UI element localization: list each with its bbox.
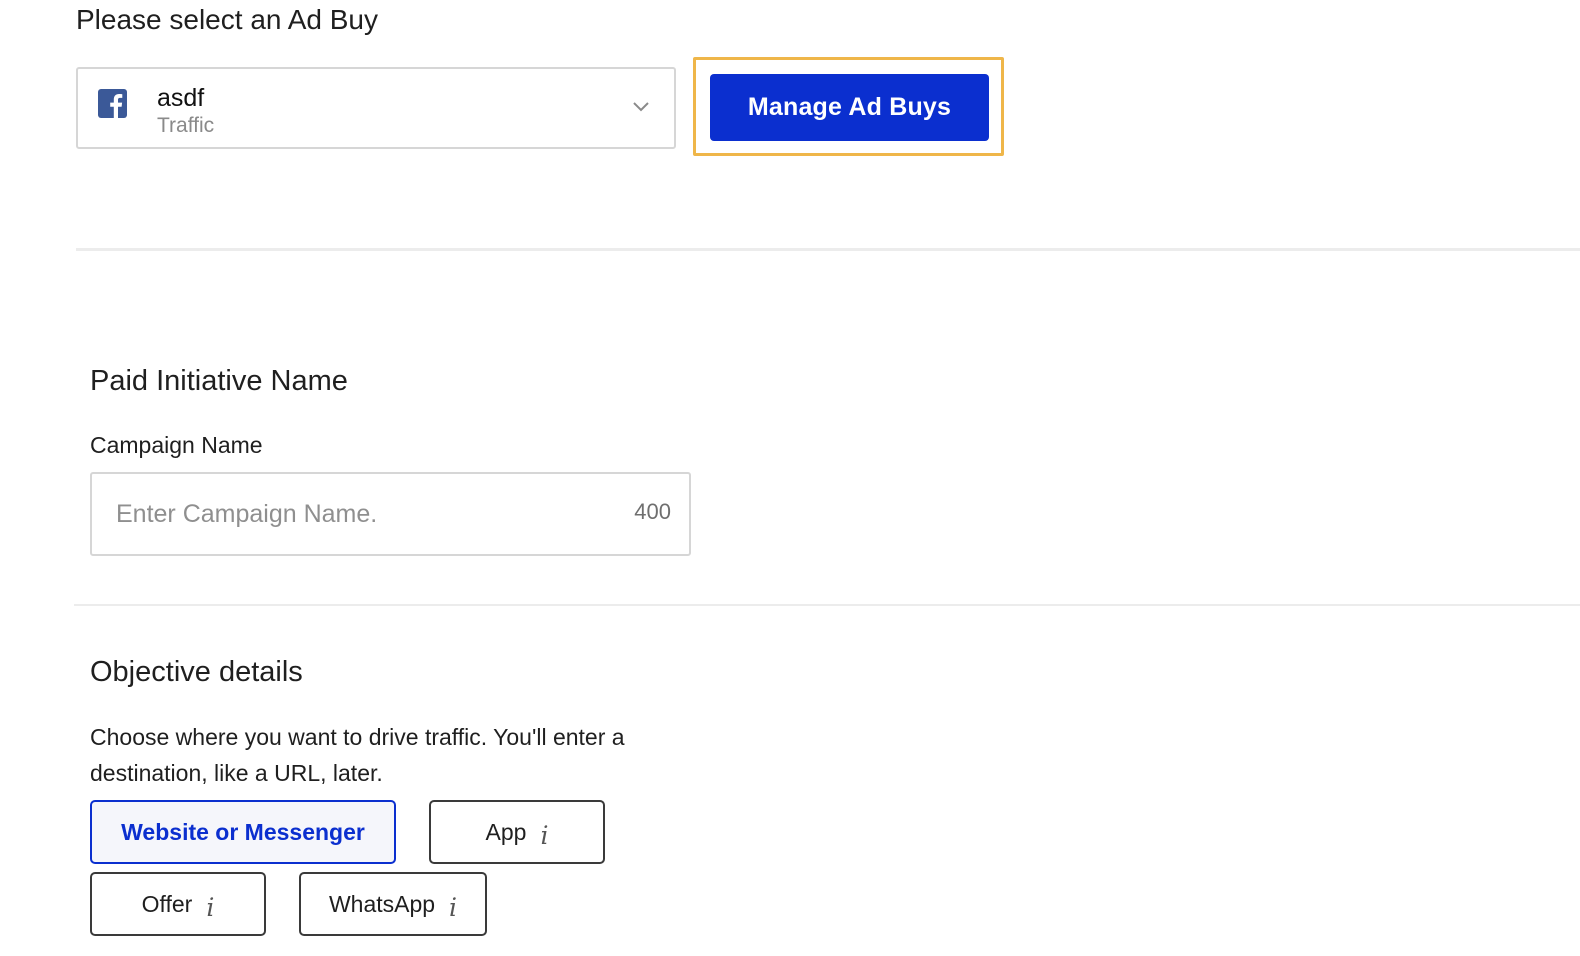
choice-label: App [485, 818, 527, 845]
manage-ad-buys-button[interactable]: Manage Ad Buys [710, 74, 989, 141]
page-title: Please select an Ad Buy [76, 4, 378, 35]
objective-details-heading: Objective details [90, 656, 303, 688]
info-icon[interactable]: i [449, 893, 457, 922]
section-divider [76, 248, 1580, 251]
section-divider [74, 604, 1580, 606]
ad-buy-name: asdf [157, 84, 205, 112]
choice-label: WhatsApp [328, 890, 436, 917]
paid-initiative-heading: Paid Initiative Name [90, 365, 348, 397]
objective-whatsapp-button[interactable]: WhatsApp i [299, 872, 487, 936]
info-icon[interactable]: i [206, 893, 214, 922]
objective-helper-text: Choose where you want to drive traffic. … [90, 724, 625, 786]
choice-label: Offer [141, 890, 193, 917]
campaign-name-label: Campaign Name [90, 432, 263, 458]
campaign-name-field: 400 [90, 472, 691, 556]
ad-buy-select[interactable]: asdf Traffic [76, 67, 676, 149]
choice-label: Website or Messenger [121, 818, 365, 845]
ad-buy-type: Traffic [157, 114, 215, 137]
campaign-name-input[interactable] [92, 474, 612, 554]
objective-website-messenger-button[interactable]: Website or Messenger [90, 800, 396, 864]
char-counter: 400 [634, 499, 671, 524]
info-icon[interactable]: i [540, 821, 548, 850]
facebook-icon [98, 89, 127, 118]
chevron-down-icon[interactable] [632, 99, 650, 113]
objective-app-button[interactable]: App i [429, 800, 605, 864]
objective-offer-button[interactable]: Offer i [90, 872, 266, 936]
